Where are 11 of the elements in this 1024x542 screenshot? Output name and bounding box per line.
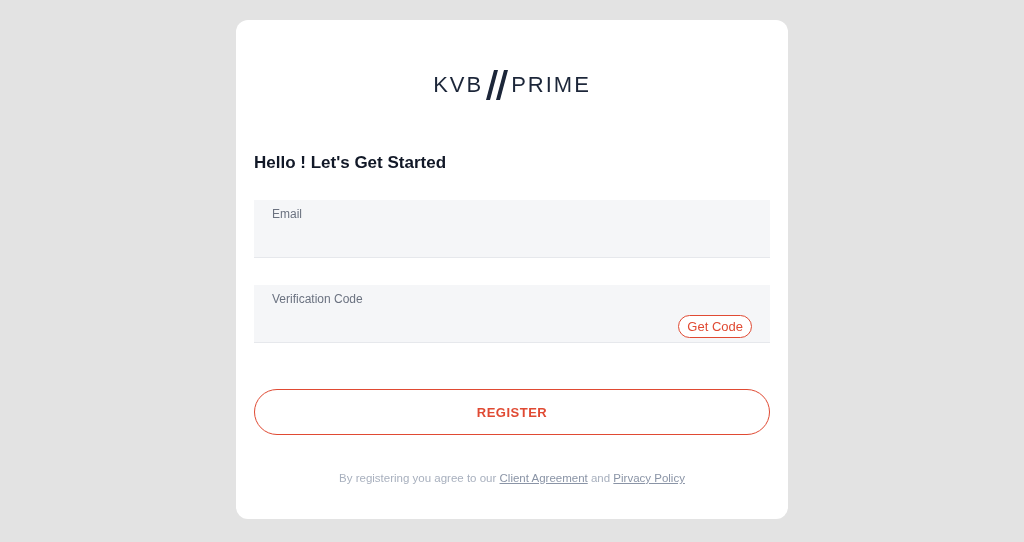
privacy-policy-link[interactable]: Pirvacy Policy	[613, 472, 685, 484]
double-slash-icon	[486, 70, 509, 100]
client-agreement-link[interactable]: Client Agreement	[499, 472, 588, 484]
register-button[interactable]: REGISTER	[254, 389, 770, 435]
heading: Hello ! Let's Get Started	[254, 153, 448, 173]
logo-text: PRIME	[511, 72, 591, 98]
get-code-button[interactable]: Get Code	[678, 315, 752, 338]
terms-text: By registering you agree to our Client Agreement and Pirvacy Policy	[338, 472, 686, 484]
logo-text: KVB	[433, 72, 484, 98]
input-field[interactable]: Verification Code Get Code	[254, 285, 770, 343]
input-field[interactable]: Email	[254, 200, 770, 258]
